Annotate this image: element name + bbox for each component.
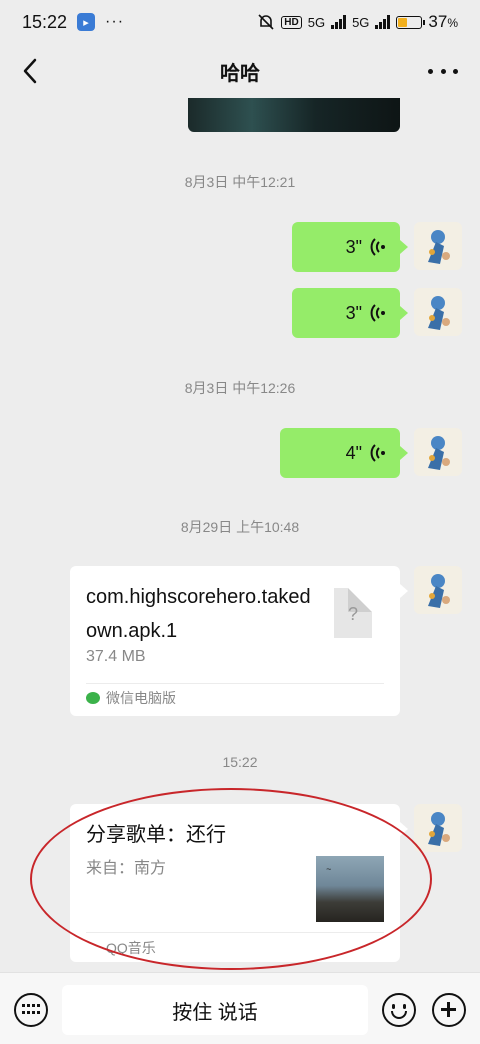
- card-source: QQ音乐: [106, 938, 156, 958]
- avatar[interactable]: [414, 428, 462, 476]
- voice-wave-icon: [370, 304, 385, 322]
- status-bar: 15:22 ▸ ··· HD 5G 5G 37%: [0, 0, 480, 44]
- status-time: 15:22: [22, 11, 68, 32]
- more-functions-button[interactable]: [432, 993, 466, 1027]
- avatar[interactable]: [414, 222, 462, 270]
- album-cover-image: ~: [316, 856, 384, 922]
- music-share-from: 来自：南方: [86, 860, 167, 877]
- voice-duration: 4": [345, 442, 362, 463]
- keyboard-icon: [22, 1004, 40, 1016]
- keyboard-toggle-button[interactable]: [14, 993, 48, 1027]
- file-name: com.highscorehero.takedown.apk.1: [86, 586, 311, 642]
- timestamp: 15:22: [222, 754, 258, 770]
- timestamp: 8月29日 上午10:48: [180, 519, 300, 535]
- signal-icon-2: [375, 15, 391, 29]
- card-source: 微信电脑版: [86, 688, 176, 708]
- signal-icon: [331, 15, 347, 29]
- image-message-partial[interactable]: [188, 98, 400, 132]
- file-unknown-icon: ?: [334, 588, 372, 638]
- timestamp: 8月3日 中午12:26: [184, 380, 296, 396]
- voice-wave-icon: [370, 238, 385, 256]
- source-label: QQ音乐: [106, 940, 156, 956]
- voice-message[interactable]: 3": [292, 288, 408, 338]
- file-message-card[interactable]: com.highscorehero.takedown.apk.1 37.4 MB…: [70, 566, 408, 716]
- emoji-button[interactable]: [382, 993, 416, 1027]
- voice-duration: 3": [345, 236, 362, 257]
- voice-message[interactable]: 3": [292, 222, 408, 272]
- dot-icon: [428, 68, 433, 74]
- dot-icon: [440, 68, 446, 74]
- file-size: 37.4 MB: [86, 648, 146, 665]
- hold-to-talk-button[interactable]: 按住 说话: [62, 985, 368, 1035]
- wechat-icon: [86, 692, 100, 704]
- chat-title: 哈哈: [220, 62, 260, 85]
- voice-wave-icon: [370, 444, 385, 462]
- avatar[interactable]: [414, 288, 462, 336]
- battery-percent: 37%: [428, 12, 458, 31]
- card-divider: [86, 932, 384, 933]
- network-type-2: 5G: [352, 14, 370, 30]
- more-menu-button[interactable]: [428, 56, 458, 86]
- avatar[interactable]: [414, 804, 462, 852]
- battery-icon: [396, 15, 426, 29]
- app-badge-icon: ▸: [77, 13, 96, 31]
- network-type-1: 5G: [307, 14, 326, 30]
- hd-badge: HD: [281, 15, 302, 29]
- music-share-card[interactable]: 分享歌单：还行 来自：南方 ~ QQ音乐: [70, 804, 408, 962]
- back-button[interactable]: [16, 56, 46, 86]
- dot-icon: [453, 68, 458, 74]
- timestamp: 8月3日 中午12:21: [184, 174, 296, 190]
- avatar[interactable]: [414, 566, 462, 614]
- music-share-title: 分享歌单：还行: [86, 824, 226, 846]
- voice-message[interactable]: 4": [280, 428, 408, 478]
- card-divider: [86, 683, 384, 684]
- chat-area[interactable]: 8月3日 中午12:21 3" 3" 8月3日 中午12:26 4" 8月29日…: [0, 98, 480, 972]
- notification-more-icon: ···: [105, 13, 125, 30]
- input-bar: 按住 说话: [0, 972, 480, 1044]
- source-label: 微信电脑版: [106, 690, 176, 706]
- chat-header: 哈哈: [0, 44, 480, 98]
- emoji-icon: [392, 1004, 406, 1009]
- mute-bell-icon: [258, 14, 274, 30]
- voice-duration: 3": [345, 302, 362, 323]
